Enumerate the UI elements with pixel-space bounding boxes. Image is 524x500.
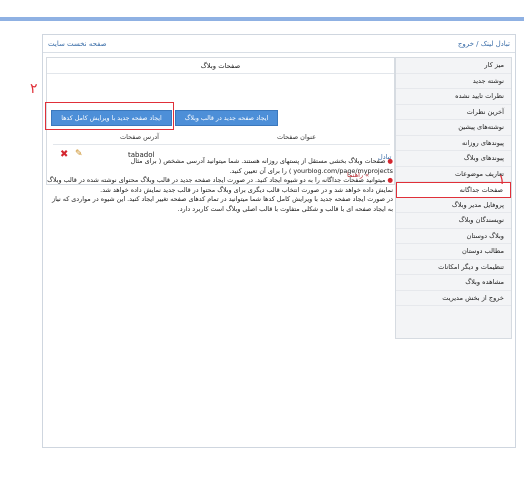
sidebar-item-new-post[interactable]: نوشته جدید (396, 74, 511, 89)
sidebar-item-view-blog[interactable]: مشاهده وبلاگ (396, 275, 511, 291)
sidebar-item-logout[interactable]: خروج از بخش مدیریت (396, 291, 511, 306)
description-paragraph: ● میتوانید صفحات جداگانه را به دو شیوه ا… (46, 176, 393, 195)
sidebar-item-pending-comments[interactable]: نظرات تایید نشده (396, 89, 511, 105)
sidebar: میز کار نوشته جدید نظرات تایید نشده آخری… (395, 57, 512, 339)
sidebar-item-friends-posts[interactable]: مطالب دوستان (396, 244, 511, 260)
table-divider (53, 144, 390, 145)
sidebar-item-blog-links[interactable]: پیوندهای وبلاگ (396, 151, 511, 167)
sidebar-item-separate-pages[interactable]: صفحات جداگانه (396, 182, 511, 198)
sidebar-item-previous-posts[interactable]: نوشته‌های پیشین (396, 120, 511, 136)
description-text: ● صفحات وبلاگ بخشی مستقل از پستهای روزان… (46, 157, 393, 214)
panel-header: صفحه نخست سایت تبادل لینک / خروج (43, 35, 515, 53)
admin-panel: صفحه نخست سایت تبادل لینک / خروج میز کار… (42, 34, 516, 448)
description-paragraph: ● صفحات وبلاگ بخشی مستقل از پستهای روزان… (46, 157, 393, 176)
sidebar-item-authors[interactable]: نویسندگان وبلاگ (396, 213, 511, 229)
sidebar-item-settings[interactable]: تنظیمات و دیگر امکانات (396, 260, 511, 275)
description-p1: صفحات وبلاگ بخشی مستقل از پستهای روزانه … (130, 157, 393, 175)
top-accent-bar (0, 17, 524, 21)
sidebar-item-categories[interactable]: تعاریف موضوعات (396, 167, 511, 182)
home-link[interactable]: صفحه نخست سایت (48, 40, 107, 48)
sidebar-item-dashboard[interactable]: میز کار (396, 58, 511, 74)
breadcrumb[interactable]: تبادل لینک / خروج (458, 40, 510, 48)
bullet-icon: ● (385, 157, 393, 165)
panel-title: صفحات وبلاگ (47, 58, 394, 74)
description-p2: میتوانید صفحات جداگانه را به دو شیوه ایج… (47, 176, 393, 194)
description-p3: در صورت ایجاد صفحه جدید با ویرایش کامل ک… (52, 195, 393, 213)
sidebar-item-latest-comments[interactable]: آخرین نظرات (396, 105, 511, 120)
sidebar-item-profile[interactable]: پروفایل مدیر وبلاگ (396, 198, 511, 213)
bullet-icon: ● (385, 176, 393, 184)
new-page-in-template-button[interactable]: ایجاد صفحه جدید در قالب وبلاگ (175, 110, 278, 126)
sidebar-item-friends-blogs[interactable]: وبلاگ دوستان (396, 229, 511, 244)
description-paragraph: در صورت ایجاد صفحه جدید با ویرایش کامل ک… (46, 195, 393, 214)
annotation-marker-2: ۲ (30, 81, 38, 97)
new-page-full-edit-button[interactable]: ایجاد صفحه جدید با ویرایش کامل کدها (51, 110, 172, 126)
sidebar-item-daily-links[interactable]: پیوندهای روزانه (396, 136, 511, 151)
column-header-title: عنوان صفحات (277, 133, 316, 141)
column-header-address: آدرس صفحات (120, 133, 159, 141)
annotation-marker-1: ۱ (498, 172, 506, 188)
